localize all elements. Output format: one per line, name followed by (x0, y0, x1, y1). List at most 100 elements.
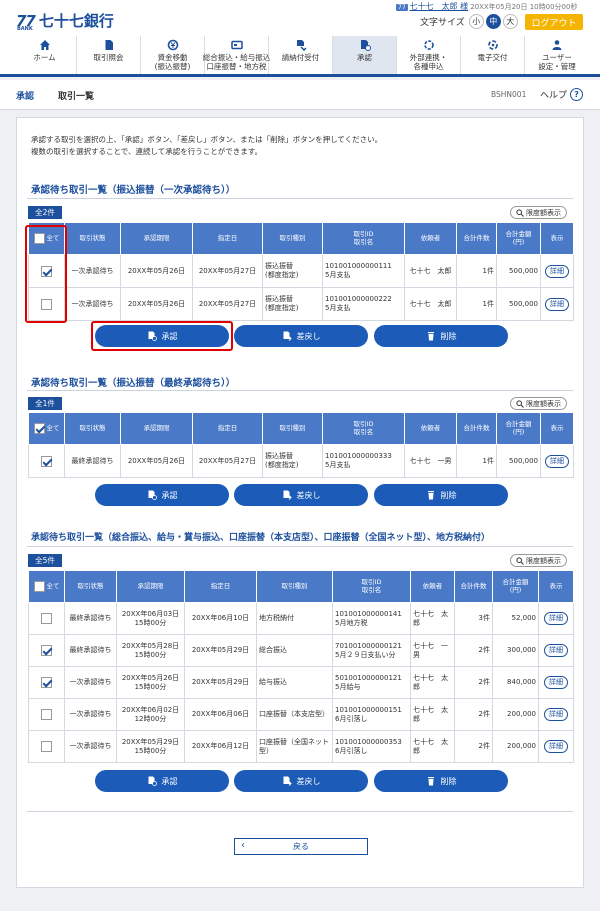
detail-button[interactable]: 詳細 (544, 644, 568, 657)
column-header: 表示 (540, 222, 574, 255)
requester-cell: 七十七 一 男 (410, 634, 455, 667)
id-cell: 101001000000141 5月地方税 (332, 602, 411, 635)
row-checkbox[interactable] (41, 677, 52, 688)
status-cell: 最終承認待ち (64, 602, 117, 635)
row-checkbox[interactable] (41, 709, 52, 720)
row-select-cell[interactable] (28, 444, 65, 478)
type-cell: 総合振込 (256, 634, 333, 667)
column-header: 取引ID 取引名 (322, 222, 405, 255)
card-icon (230, 40, 243, 50)
status-cell: 一次承認待ち (64, 730, 117, 763)
button-label: 削除 (440, 776, 457, 786)
trash-icon (427, 332, 434, 341)
button-label: 削除 (440, 331, 457, 341)
column-header: 取引状態 (64, 570, 117, 603)
font-size-small-button[interactable]: 小 (468, 14, 484, 29)
detail-button[interactable]: 詳細 (544, 740, 568, 753)
font-size-large-button[interactable]: 大 (502, 14, 518, 29)
login-time: 20XX年05月20日 10時00分00秒 (470, 3, 578, 11)
detail-button[interactable]: 詳細 (545, 264, 569, 278)
row-checkbox[interactable] (41, 645, 52, 656)
section-divider (27, 546, 573, 547)
transaction-table: 全て 取引状態 承認期限 指定日 取引種別 取引ID 取引名 依頼者 合計件数 … (28, 412, 574, 478)
type-cell: 振込振替 (都度指定) (262, 254, 323, 288)
section-divider (27, 811, 573, 812)
button-label: 削除 (440, 490, 457, 500)
nav-approval[interactable]: 承認 (333, 36, 397, 74)
nav-transfer[interactable]: 資金移動 (振込振替) (141, 36, 205, 74)
delete-button[interactable]: 削除 (374, 325, 508, 347)
section-divider (27, 390, 573, 391)
detail-button[interactable]: 詳細 (544, 676, 568, 689)
nav-inquiry[interactable]: 取引照会 (77, 36, 141, 74)
bank-logo[interactable]: 77 BANK 七十七銀行 (16, 10, 114, 32)
button-label: 承認 (161, 490, 178, 500)
id-cell: 101001000000151 6月引落し (332, 698, 411, 731)
amount-cell: 52,000 (492, 602, 539, 635)
instructions: 承認する取引を選択の上、「承認」ボタン、「差戻し」ボタン、または「削除」ボタンを… (31, 134, 382, 158)
column-header: 指定日 (184, 570, 257, 603)
table-row: 一次承認待ち 20XX年05月29日 15時00分 20XX年06月12日 口座… (28, 730, 574, 763)
section-divider (27, 198, 573, 199)
table-row: 最終承認待ち 20XX年05月28日 15時00分 20XX年05月29日 総合… (28, 634, 574, 667)
return-button[interactable]: 差戻し (234, 325, 368, 347)
font-size-medium-button[interactable]: 中 (485, 14, 501, 29)
instruction-line: 承認する取引を選択の上、「承認」ボタン、「差戻し」ボタン、または「削除」ボタンを… (31, 135, 383, 144)
help-link[interactable]: ヘルプ? (540, 88, 584, 101)
delete-button[interactable]: 削除 (374, 484, 508, 506)
detail-button[interactable]: 詳細 (545, 454, 569, 468)
row-select-cell[interactable] (28, 602, 65, 635)
row-select-cell[interactable] (28, 730, 65, 763)
requester-cell: 七十七 太郎 (404, 254, 457, 288)
return-icon (283, 776, 292, 786)
nav-bulk-transfer[interactable]: 総合振込・給与振込 口座振替・地方税 (203, 36, 270, 74)
user-name-link[interactable]: 七十七 太郎 様 (410, 2, 469, 11)
row-select-cell[interactable] (28, 634, 65, 667)
count-cell: 2件 (454, 698, 493, 731)
delete-button[interactable]: 削除 (374, 770, 508, 792)
row-select-cell[interactable] (28, 666, 65, 699)
nav-external[interactable]: 外部連携・ 各種申込 (397, 36, 461, 74)
table-row: 一次承認待ち 20XX年05月26日 15時00分 20XX年05月29日 給与… (28, 666, 574, 699)
select-all-checkbox[interactable] (33, 423, 45, 434)
row-checkbox[interactable] (41, 741, 52, 752)
nav-home[interactable]: ホーム (13, 36, 77, 74)
nav-user-settings[interactable]: ユーザー 設定・管理 (525, 36, 589, 74)
return-button[interactable]: 差戻し (234, 484, 368, 506)
select-all-header[interactable]: 全て (28, 570, 65, 603)
row-checkbox[interactable] (41, 613, 52, 624)
section-title: 承認待ち取引一覧（振込振替（一次承認待ち）） (31, 185, 236, 196)
logout-button[interactable]: ログアウト (525, 14, 583, 30)
global-nav: ホーム 取引照会 資金移動 (振込振替) 総合振込・給与振込 口座振替・地方税 … (0, 36, 600, 77)
row-checkbox[interactable] (41, 455, 52, 467)
approve-button[interactable]: 承認 (95, 770, 229, 792)
highlight-box (91, 321, 233, 351)
detail-button[interactable]: 詳細 (545, 297, 569, 311)
select-all-checkbox[interactable] (33, 581, 45, 592)
column-header: 取引状態 (64, 222, 121, 255)
limit-display-button[interactable]: 限度額表示 (510, 397, 567, 410)
row-select-cell[interactable] (28, 698, 65, 731)
select-all-header[interactable]: 全て (28, 412, 65, 445)
count-cell: 1件 (456, 254, 497, 288)
limit-display-button[interactable]: 限度額表示 (510, 554, 567, 567)
deadline-cell: 20XX年06月03日 15時00分 (116, 602, 185, 635)
limit-display-button[interactable]: 限度額表示 (510, 206, 567, 219)
nav-payment[interactable]: 請納付受付 (269, 36, 333, 74)
detail-button[interactable]: 詳細 (544, 708, 568, 721)
deadline-cell: 20XX年06月02日 12時00分 (116, 698, 185, 731)
approve-button[interactable]: 承認 (95, 484, 229, 506)
column-header: 依頼者 (410, 570, 455, 603)
nav-label: ホーム (33, 53, 56, 62)
search-icon (516, 208, 524, 217)
count-cell: 1件 (456, 444, 497, 478)
nav-e-delivery[interactable]: 電子交付 (461, 36, 525, 74)
return-button[interactable]: 差戻し (234, 770, 368, 792)
table-row: 一次承認待ち 20XX年05月26日 20XX年05月27日 振込振替 (都度指… (28, 287, 574, 321)
back-button[interactable]: ‹ 戻る (234, 838, 368, 855)
nav-label: 承認 (357, 53, 372, 62)
nav-label: 請納付受付 (281, 53, 320, 62)
detail-button[interactable]: 詳細 (544, 612, 568, 625)
detail-cell: 詳細 (538, 634, 574, 667)
deadline-cell: 20XX年05月26日 (120, 287, 193, 321)
